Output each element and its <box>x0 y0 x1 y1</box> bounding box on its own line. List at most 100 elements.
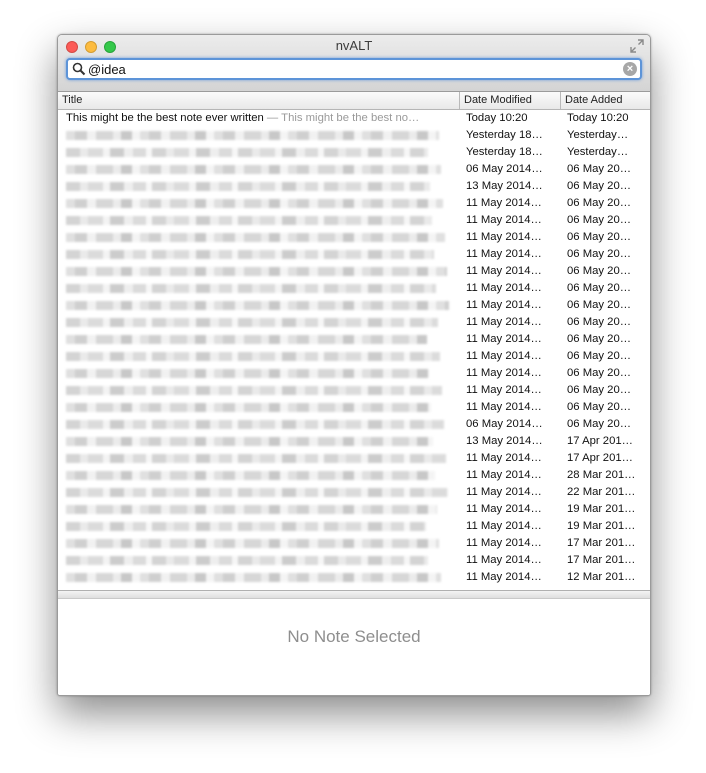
table-row[interactable]: 11 May 2014… 22 Mar 201… <box>58 484 650 501</box>
table-row[interactable]: 11 May 2014… 06 May 20… <box>58 314 650 331</box>
note-date-added: 06 May 20… <box>567 248 632 260</box>
note-date-added: 06 May 20… <box>567 384 632 396</box>
note-title-cell: This might be the best note ever written… <box>58 110 460 127</box>
note-date-modified: 11 May 2014… <box>466 537 542 549</box>
table-row[interactable]: 11 May 2014… 06 May 20… <box>58 331 650 348</box>
table-row[interactable]: 06 May 2014… 06 May 20… <box>58 416 650 433</box>
note-title-cell <box>58 263 460 280</box>
table-row[interactable]: 11 May 2014… 06 May 20… <box>58 229 650 246</box>
note-title-cell <box>58 127 460 144</box>
note-date-added: 22 Mar 201… <box>567 486 636 498</box>
title-bar: nvALT × <box>58 35 650 92</box>
redacted-note-title <box>66 284 436 293</box>
note-date-modified: 13 May 2014… <box>466 435 543 447</box>
table-row[interactable]: 11 May 2014… 06 May 20… <box>58 382 650 399</box>
note-date-modified: 11 May 2014… <box>466 503 542 515</box>
note-title-cell <box>58 382 460 399</box>
redacted-note-title <box>66 352 440 361</box>
note-date-modified: 11 May 2014… <box>466 299 542 311</box>
table-row[interactable]: 11 May 2014… 06 May 20… <box>58 195 650 212</box>
table-row[interactable]: 11 May 2014… 06 May 20… <box>58 348 650 365</box>
table-row[interactable]: 11 May 2014… 06 May 20… <box>58 399 650 416</box>
note-title-cell <box>58 331 460 348</box>
notes-table-header: Title Date Modified Date Added <box>58 92 650 110</box>
note-title-cell <box>58 229 460 246</box>
search-field[interactable]: × <box>66 58 642 80</box>
table-row[interactable]: 11 May 2014… 06 May 20… <box>58 263 650 280</box>
table-row[interactable]: 11 May 2014… 12 Mar 201… <box>58 569 650 586</box>
redacted-note-title <box>66 403 431 412</box>
note-date-modified: 11 May 2014… <box>466 316 542 328</box>
column-header-date-added[interactable]: Date Added <box>561 92 650 109</box>
redacted-note-title <box>66 182 430 191</box>
table-row[interactable]: 11 May 2014… 06 May 20… <box>58 365 650 382</box>
table-row[interactable]: 13 May 2014… 17 Apr 201… <box>58 433 650 450</box>
redacted-note-title <box>66 437 433 446</box>
note-date-modified: 11 May 2014… <box>466 520 542 532</box>
note-date-added: Today 10:20 <box>567 112 629 124</box>
table-row[interactable]: 11 May 2014… 17 Mar 201… <box>58 535 650 552</box>
fullscreen-icon[interactable] <box>630 39 644 53</box>
note-title-cell <box>58 552 460 569</box>
note-date-added: 06 May 20… <box>567 214 632 226</box>
note-title-cell <box>58 144 460 161</box>
table-row[interactable]: 11 May 2014… 06 May 20… <box>58 212 650 229</box>
note-date-modified: 11 May 2014… <box>466 367 542 379</box>
redacted-note-title <box>66 369 429 378</box>
note-date-added: Yesterday… <box>567 129 629 141</box>
note-date-modified: 11 May 2014… <box>466 248 542 260</box>
note-date-modified: 06 May 2014… <box>466 163 543 175</box>
note-date-added: 06 May 20… <box>567 401 632 413</box>
redacted-note-title <box>66 301 449 310</box>
redacted-note-title <box>66 386 442 395</box>
redacted-note-title <box>66 267 447 276</box>
note-date-modified: Yesterday 18… <box>466 146 543 158</box>
table-row[interactable]: 13 May 2014… 06 May 20… <box>58 178 650 195</box>
redacted-note-title <box>66 556 428 565</box>
table-row[interactable]: 11 May 2014… 19 Mar 201… <box>58 501 650 518</box>
note-date-added: Yesterday… <box>567 146 629 158</box>
redacted-note-title <box>66 335 427 344</box>
redacted-note-title <box>66 318 438 327</box>
window-title: nvALT <box>335 38 373 53</box>
note-date-modified: 11 May 2014… <box>466 350 542 362</box>
note-date-added: 12 Mar 201… <box>567 571 636 583</box>
table-row[interactable]: 11 May 2014… 06 May 20… <box>58 280 650 297</box>
search-input[interactable] <box>88 60 620 78</box>
table-row[interactable]: 11 May 2014… 06 May 20… <box>58 297 650 314</box>
table-row[interactable]: 11 May 2014… 17 Mar 201… <box>58 552 650 569</box>
note-date-added: 17 Mar 201… <box>567 537 636 549</box>
note-date-modified: 11 May 2014… <box>466 197 542 209</box>
notes-list[interactable]: This might be the best note ever written… <box>58 110 650 590</box>
note-date-added: 06 May 20… <box>567 180 632 192</box>
note-title-cell <box>58 365 460 382</box>
table-row[interactable]: 06 May 2014… 06 May 20… <box>58 161 650 178</box>
note-title-cell <box>58 450 460 467</box>
note-title-cell <box>58 569 460 586</box>
redacted-note-title <box>66 420 444 429</box>
table-row[interactable]: This might be the best note ever written… <box>58 110 650 127</box>
redacted-note-title <box>66 471 435 480</box>
note-editor[interactable]: No Note Selected <box>58 599 650 695</box>
note-date-modified: 11 May 2014… <box>466 571 542 583</box>
table-row[interactable]: Yesterday 18… Yesterday… <box>58 144 650 161</box>
table-row[interactable]: Yesterday 18… Yesterday… <box>58 127 650 144</box>
note-date-added: 06 May 20… <box>567 316 632 328</box>
column-header-title[interactable]: Title <box>58 92 460 109</box>
note-title-cell <box>58 518 460 535</box>
table-row[interactable]: 11 May 2014… 06 May 20… <box>58 246 650 263</box>
note-date-added: 19 Mar 201… <box>567 520 636 532</box>
table-row[interactable]: 11 May 2014… 17 Apr 201… <box>58 450 650 467</box>
clear-search-icon[interactable]: × <box>623 62 637 76</box>
note-date-modified: 11 May 2014… <box>466 554 542 566</box>
column-header-date-modified[interactable]: Date Modified <box>460 92 561 109</box>
redacted-note-title <box>66 522 426 531</box>
note-date-modified: 11 May 2014… <box>466 452 542 464</box>
note-date-modified: 11 May 2014… <box>466 214 542 226</box>
note-date-modified: Yesterday 18… <box>466 129 543 141</box>
table-row[interactable]: 11 May 2014… 19 Mar 201… <box>58 518 650 535</box>
split-view-divider[interactable] <box>58 590 650 599</box>
note-date-added: 06 May 20… <box>567 163 632 175</box>
table-row[interactable]: 11 May 2014… 28 Mar 201… <box>58 467 650 484</box>
note-date-added: 06 May 20… <box>567 418 632 430</box>
